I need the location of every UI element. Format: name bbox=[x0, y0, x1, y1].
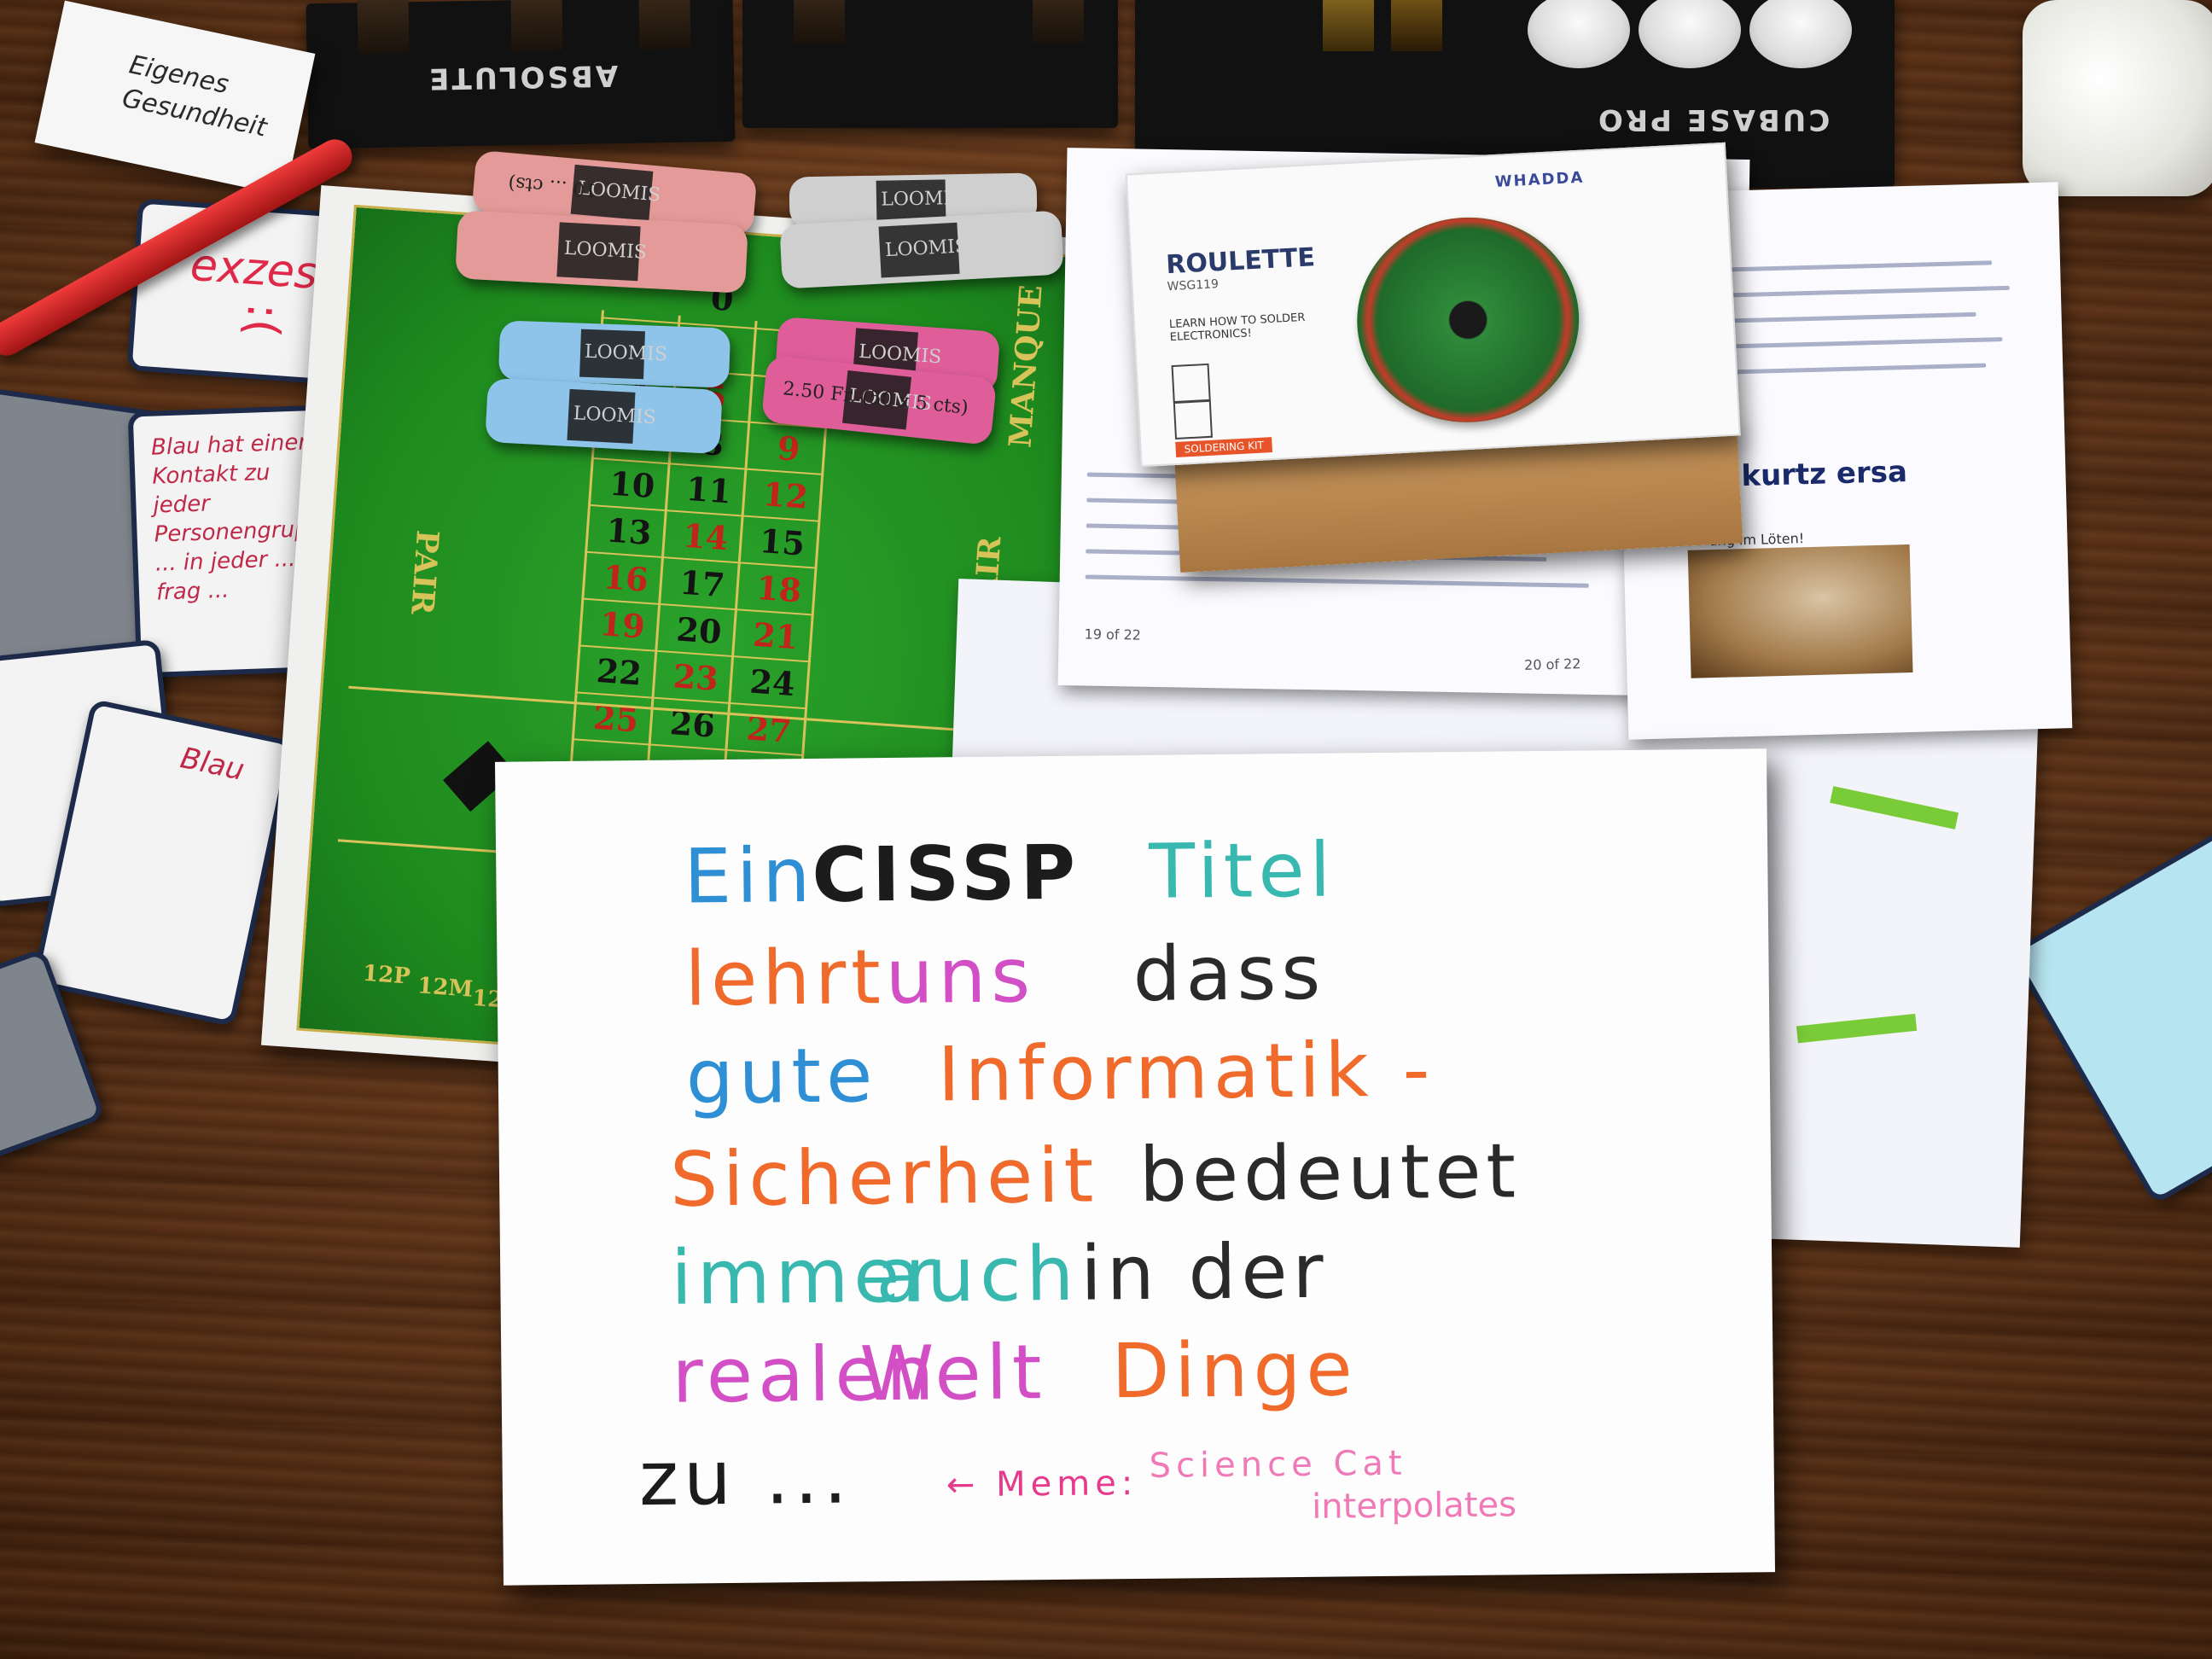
tealight bbox=[1639, 0, 1741, 68]
roll-brand: LOOMIS bbox=[584, 341, 668, 366]
box-brand: WHADDA bbox=[1494, 168, 1585, 191]
roulette-number: 26 bbox=[668, 703, 717, 745]
plastic-container bbox=[2023, 0, 2212, 196]
roulette-kit-box: WHADDA ROULETTE WSG119 LEARN HOW TO SOLD… bbox=[1125, 142, 1743, 573]
roulette-number: 18 bbox=[754, 568, 803, 610]
sign-word: lehrt bbox=[684, 933, 887, 1023]
coin-roll: LOOMIS bbox=[485, 377, 723, 455]
tray-left: ABSOLUTE bbox=[306, 0, 736, 149]
printout-heading: kurtz ersa bbox=[1740, 455, 1908, 494]
sign-word: auch bbox=[875, 1229, 1080, 1320]
bottle bbox=[1033, 0, 1084, 43]
roulette-number: 20 bbox=[675, 609, 724, 651]
bottle bbox=[794, 0, 845, 43]
sign-word: dass bbox=[1132, 928, 1326, 1019]
bottle bbox=[638, 0, 691, 49]
box-title: ROULETTE bbox=[1165, 242, 1316, 281]
tray-label: CUBASE PRO bbox=[1596, 102, 1831, 137]
printout-photo bbox=[1687, 544, 1913, 678]
sign-word: zu ... bbox=[638, 1432, 853, 1523]
sign-word: Sicherheit bbox=[669, 1131, 1099, 1224]
box-lid: WHADDA ROULETTE WSG119 LEARN HOW TO SOLD… bbox=[1125, 142, 1741, 468]
roulette-number: 14 bbox=[681, 515, 730, 558]
photo-scene: ABSOLUTE CUBASE PRO Eigenes Gesundheit e… bbox=[0, 0, 2212, 1659]
coin-roll: LOOMIS bbox=[498, 320, 731, 388]
dozen-label: 12P bbox=[362, 960, 411, 990]
handwritten-sign: Ein CISSP Titel lehrt uns dass gute Informatik … bbox=[494, 748, 1776, 1586]
sign-word: Welt bbox=[859, 1328, 1048, 1418]
roll-brand: LOOMIS bbox=[573, 402, 657, 428]
roulette-number: 13 bbox=[605, 510, 653, 552]
badge: SOLDERING KIT bbox=[1175, 437, 1273, 457]
roulette-number: 10 bbox=[608, 463, 656, 506]
roll-brand: LOOMIS bbox=[563, 237, 648, 264]
roulette-number: 9 bbox=[776, 428, 801, 469]
sign-word: Titel bbox=[1148, 825, 1336, 916]
tealight bbox=[1528, 0, 1630, 68]
page-number: 19 of 22 bbox=[1084, 626, 1142, 643]
roulette-number: 17 bbox=[678, 562, 726, 605]
card-face: :( bbox=[235, 301, 292, 340]
sign-word: bedeutet bbox=[1138, 1126, 1522, 1219]
roulette-number: 11 bbox=[684, 469, 733, 511]
card-right bbox=[2009, 827, 2212, 1206]
sticky-note: Eigenes Gesundheit bbox=[34, 0, 316, 196]
label-manque: MANQUE bbox=[1002, 283, 1050, 449]
sign-word: gute bbox=[685, 1031, 878, 1121]
tealight bbox=[1749, 0, 1852, 68]
roulette-number: 19 bbox=[598, 604, 647, 646]
sign-footnote: interpolates bbox=[1311, 1485, 1517, 1527]
sign-word: Science Cat bbox=[1149, 1443, 1407, 1486]
roll-brand: LOOMIS bbox=[881, 187, 964, 211]
tray-middle bbox=[742, 0, 1118, 128]
sign-word: ← Meme: bbox=[946, 1463, 1138, 1505]
box-code: WSG119 bbox=[1167, 277, 1220, 294]
sign-word: Dinge bbox=[1110, 1324, 1359, 1416]
bottle bbox=[510, 0, 563, 52]
icon-tool bbox=[1173, 399, 1214, 439]
roulette-number: 27 bbox=[745, 708, 794, 751]
diagram bbox=[1830, 786, 1959, 830]
diagram bbox=[1796, 1013, 1918, 1044]
icon-gamepad bbox=[1171, 363, 1211, 404]
page-number: 20 of 22 bbox=[1523, 655, 1581, 673]
sign-word: uns bbox=[885, 931, 1036, 1022]
roulette-number: 15 bbox=[758, 521, 806, 563]
roll-brand: LOOMIS bbox=[884, 235, 969, 261]
roulette-number: 25 bbox=[591, 697, 640, 740]
roulette-number: 16 bbox=[602, 557, 650, 599]
label-pair: PAIR bbox=[404, 528, 446, 616]
roulette-number: 21 bbox=[751, 614, 800, 657]
bottle bbox=[1391, 0, 1442, 51]
sign-word: CISSP bbox=[811, 828, 1081, 919]
roulette-number: 24 bbox=[748, 661, 796, 704]
roulette-number: 12 bbox=[761, 474, 810, 516]
text-line bbox=[1085, 574, 1589, 588]
sign-word: Ein bbox=[683, 830, 816, 921]
dozen-label: 12M bbox=[416, 973, 474, 1003]
sign-word: Informatik - bbox=[937, 1025, 1435, 1119]
roulette-number: 22 bbox=[595, 650, 643, 693]
pcb-image bbox=[1352, 212, 1585, 428]
bottle bbox=[357, 0, 410, 55]
bottle bbox=[1323, 0, 1374, 51]
tray-label: ABSOLUTE bbox=[426, 58, 619, 96]
sign-word: in der bbox=[1080, 1226, 1330, 1318]
roulette-number: 23 bbox=[672, 656, 720, 698]
card-text: Blau bbox=[177, 741, 247, 788]
box-subtitle: LEARN HOW TO SOLDER ELECTRONICS! bbox=[1168, 311, 1306, 345]
